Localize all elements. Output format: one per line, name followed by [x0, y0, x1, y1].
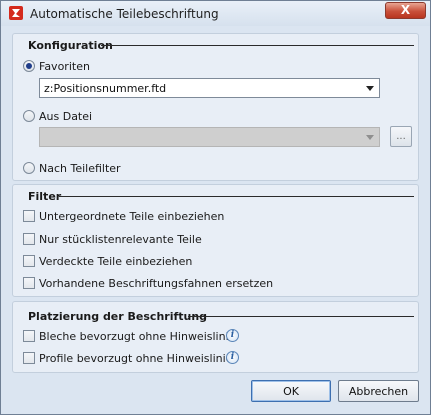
browse-button-label: ...: [396, 131, 406, 142]
platzierung-label-bleche[interactable]: Bleche bevorzugt ohne Hinweislinie: [39, 330, 235, 343]
filter-title: Filter: [28, 190, 62, 203]
info-icon-glyph: i: [230, 352, 235, 362]
info-icon[interactable]: i: [226, 329, 239, 342]
konfiguration-separator: [101, 45, 414, 46]
favoriten-select-value: z:Positionsnummer.ftd: [44, 82, 167, 95]
info-icon[interactable]: i: [226, 351, 239, 364]
ok-button-label: OK: [283, 385, 299, 398]
hicad-app-icon: [9, 6, 23, 20]
aus-datei-select[interactable]: [39, 127, 380, 147]
favoriten-radio[interactable]: [23, 60, 35, 72]
platzierung-separator: [188, 316, 414, 317]
filter-separator: [59, 196, 414, 197]
platzierung-label-profile[interactable]: Profile bevorzugt ohne Hinweislinie: [39, 352, 232, 365]
filter-group: Filter Untergeordnete Teile einbeziehen …: [12, 184, 419, 297]
window-title: Automatische Teilebeschriftung: [30, 7, 219, 21]
filter-label-verdeckte[interactable]: Verdeckte Teile einbeziehen: [39, 255, 192, 268]
filter-label-stuecklistenrelevant[interactable]: Nur stücklistenrelevante Teile: [39, 233, 202, 246]
nach-teilefilter-radio[interactable]: [23, 162, 35, 174]
chevron-down-icon: [366, 135, 374, 140]
platzierung-group: Platzierung der Beschriftung Bleche bevo…: [12, 301, 419, 373]
filter-checkbox-untergeordnete[interactable]: [23, 210, 35, 222]
ok-button[interactable]: OK: [251, 380, 331, 402]
platzierung-checkbox-bleche[interactable]: [23, 330, 35, 342]
filter-checkbox-stuecklistenrelevant[interactable]: [23, 233, 35, 245]
info-icon-glyph: i: [230, 330, 235, 340]
cancel-button[interactable]: Abbrechen: [338, 380, 419, 402]
dialog-window: Automatische Teilebeschriftung X Konfigu…: [0, 0, 431, 415]
platzierung-title: Platzierung der Beschriftung: [28, 310, 208, 323]
chevron-down-icon: [366, 86, 374, 91]
filter-label-untergeordnete[interactable]: Untergeordnete Teile einbeziehen: [39, 210, 224, 223]
favoriten-label[interactable]: Favoriten: [39, 60, 90, 73]
konfiguration-group: Konfiguration Favoriten z:Positionsnumme…: [12, 33, 419, 181]
aus-datei-radio[interactable]: [23, 110, 35, 122]
cancel-button-label: Abbrechen: [348, 385, 409, 398]
browse-button[interactable]: ...: [390, 126, 412, 147]
filter-checkbox-verdeckte[interactable]: [23, 255, 35, 267]
title-bar[interactable]: Automatische Teilebeschriftung X: [1, 1, 430, 26]
close-button[interactable]: X: [385, 2, 426, 19]
filter-checkbox-beschriftungsfahnen[interactable]: [23, 277, 35, 289]
aus-datei-label[interactable]: Aus Datei: [39, 110, 92, 123]
nach-teilefilter-label[interactable]: Nach Teilefilter: [39, 162, 121, 175]
platzierung-checkbox-profile[interactable]: [23, 352, 35, 364]
filter-label-beschriftungsfahnen[interactable]: Vorhandene Beschriftungsfahnen ersetzen: [39, 277, 273, 290]
favoriten-select[interactable]: z:Positionsnummer.ftd: [39, 78, 380, 98]
close-icon: X: [400, 3, 411, 17]
